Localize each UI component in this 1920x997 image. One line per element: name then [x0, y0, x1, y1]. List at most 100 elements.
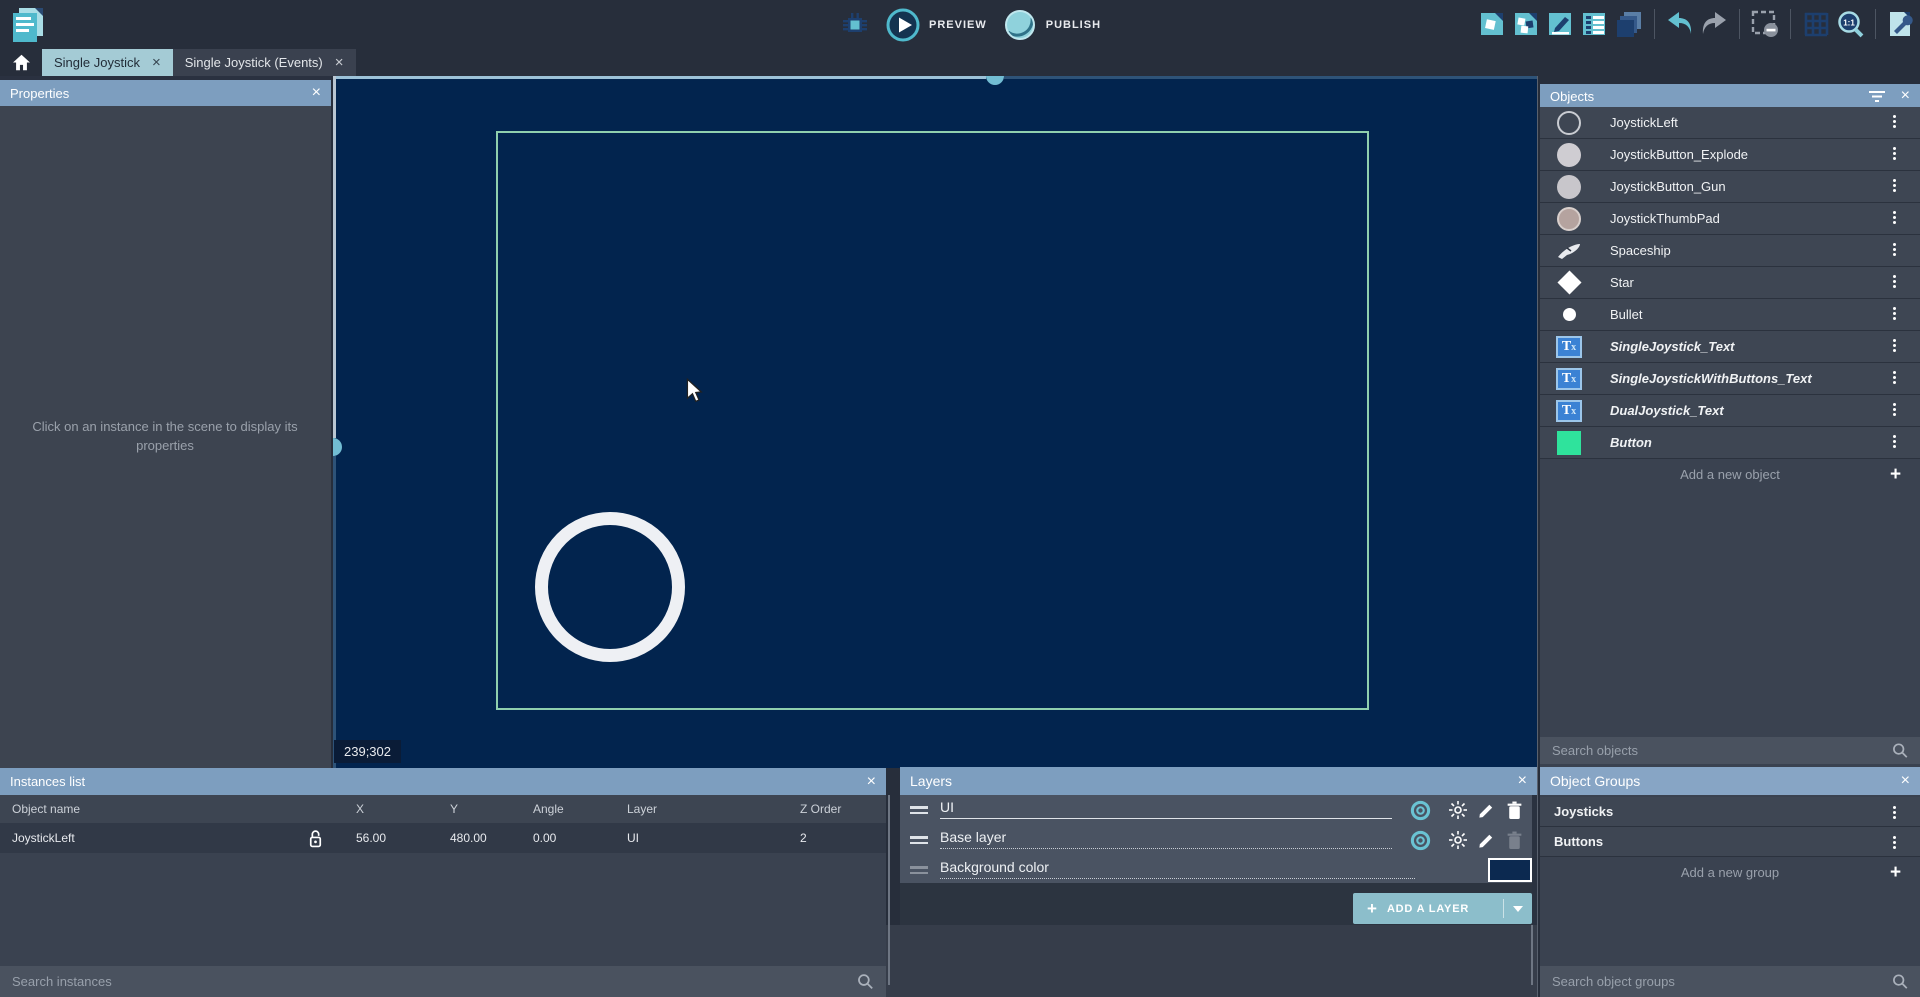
toggle-grid-icon[interactable]	[1801, 9, 1831, 39]
object-row[interactable]: Bullet	[1540, 299, 1920, 331]
delete-selected-instances-icon[interactable]	[1750, 9, 1780, 39]
object-row[interactable]: Tx DualJoystick_Text	[1540, 395, 1920, 427]
object-row[interactable]: Star	[1540, 267, 1920, 299]
add-layer-button[interactable]: + ADD A LAYER	[1353, 893, 1532, 924]
layers-panel-header: Layers ×	[900, 767, 1537, 795]
layer-effects-icon[interactable]	[1446, 829, 1470, 851]
object-row[interactable]: JoystickButton_Explode	[1540, 139, 1920, 171]
open-properties-icon[interactable]	[1546, 9, 1576, 39]
drag-handle-icon[interactable]	[910, 836, 928, 847]
object-menu-icon[interactable]	[1888, 147, 1900, 160]
open-objects-editor-icon[interactable]	[1478, 9, 1508, 39]
add-object-button[interactable]: Add a new object +	[1540, 460, 1920, 490]
open-layers-editor-icon[interactable]	[1614, 9, 1644, 39]
object-groups-panel-title: Object Groups	[1550, 773, 1640, 789]
unlock-icon[interactable]	[308, 829, 323, 848]
object-row[interactable]: Spaceship	[1540, 235, 1920, 267]
object-menu-icon[interactable]	[1888, 211, 1900, 224]
close-icon[interactable]: ×	[867, 773, 876, 791]
object-groups-panel-header: Object Groups ×	[1540, 767, 1920, 795]
search-objects-bar[interactable]	[1540, 737, 1920, 764]
object-thumbnail	[1556, 174, 1582, 200]
panel-scrollbar[interactable]	[888, 795, 890, 985]
home-tab[interactable]	[0, 49, 42, 76]
layer-visibility-icon[interactable]	[1408, 799, 1432, 821]
vertical-scrollbar-track[interactable]	[333, 456, 336, 769]
object-menu-icon[interactable]	[1888, 275, 1900, 288]
gdevelop-logo[interactable]	[10, 6, 46, 44]
horizontal-scrollbar-track[interactable]	[1004, 76, 1537, 79]
object-menu-icon[interactable]	[1888, 307, 1900, 320]
delete-layer-icon-disabled	[1502, 829, 1526, 851]
object-row[interactable]: JoystickLeft	[1540, 107, 1920, 139]
object-group-row[interactable]: Joysticks	[1540, 797, 1920, 827]
scene-tools-icon[interactable]	[1886, 9, 1916, 39]
close-icon[interactable]: ×	[312, 84, 321, 102]
instance-row[interactable]: JoystickLeft 56.00 480.00 0.00 UI 2	[0, 823, 886, 853]
edit-layer-icon[interactable]	[1474, 799, 1498, 821]
object-menu-icon[interactable]	[1888, 435, 1900, 448]
object-group-row[interactable]: Buttons	[1540, 827, 1920, 857]
layer-name-field[interactable]: Base layer	[940, 829, 1392, 849]
debugger-icon[interactable]	[840, 10, 870, 40]
drag-handle-icon[interactable]	[910, 806, 928, 817]
add-group-button[interactable]: Add a new group +	[1540, 859, 1920, 887]
close-tab-icon[interactable]: ×	[152, 55, 161, 70]
filter-icon[interactable]	[1869, 91, 1885, 102]
redo-icon[interactable]	[1699, 9, 1729, 39]
toolbar-separator	[1790, 9, 1791, 39]
joystick-ring-instance[interactable]	[535, 512, 685, 662]
drag-handle-icon	[910, 866, 928, 877]
object-menu-icon[interactable]	[1888, 243, 1900, 256]
background-color-swatch[interactable]	[1488, 858, 1532, 882]
object-row[interactable]: Tx SingleJoystick_Text	[1540, 331, 1920, 363]
vertical-scrollbar-thumb[interactable]	[333, 438, 342, 456]
search-objects-input[interactable]	[1552, 743, 1892, 758]
group-menu-icon[interactable]	[1888, 836, 1900, 849]
layer-row-ui[interactable]: UI	[900, 795, 1532, 825]
vertical-scrollbar-track[interactable]	[333, 76, 336, 438]
layer-effects-icon[interactable]	[1446, 799, 1470, 821]
open-object-groups-editor-icon[interactable]	[1512, 9, 1542, 39]
object-menu-icon[interactable]	[1888, 179, 1900, 192]
object-menu-icon[interactable]	[1888, 115, 1900, 128]
horizontal-scrollbar-track[interactable]	[333, 76, 986, 79]
edit-layer-icon[interactable]	[1474, 829, 1498, 851]
publish-button[interactable]: PUBLISH	[1003, 8, 1101, 42]
layer-visibility-icon[interactable]	[1408, 829, 1432, 851]
object-row[interactable]: Button	[1540, 427, 1920, 459]
tab-single-joystick[interactable]: Single Joystick ×	[42, 49, 173, 76]
layer-row-base[interactable]: Base layer	[900, 825, 1532, 855]
undo-icon[interactable]	[1665, 9, 1695, 39]
scene-canvas[interactable]: 239;302	[333, 76, 1537, 769]
layer-name-field[interactable]: UI	[940, 799, 1392, 819]
objects-panel-title: Objects	[1550, 89, 1594, 104]
background-color-label: Background color	[940, 859, 1415, 879]
horizontal-scrollbar-thumb[interactable]	[986, 76, 1004, 85]
delete-layer-icon[interactable]	[1502, 799, 1526, 821]
object-menu-icon[interactable]	[1888, 339, 1900, 352]
search-object-groups-bar[interactable]	[1540, 966, 1920, 997]
layer-row-background-color[interactable]: Background color	[900, 855, 1532, 883]
search-instances-bar[interactable]	[0, 966, 886, 997]
object-row[interactable]: Tx SingleJoystickWithButtons_Text	[1540, 363, 1920, 395]
scene-tab-bar: Single Joystick × Single Joystick (Event…	[0, 49, 1920, 76]
close-icon[interactable]: ×	[1901, 772, 1910, 790]
close-icon[interactable]: ×	[1518, 772, 1527, 790]
object-menu-icon[interactable]	[1888, 403, 1900, 416]
chevron-down-icon[interactable]	[1513, 906, 1523, 912]
tab-single-joystick-events[interactable]: Single Joystick (Events) ×	[173, 49, 356, 76]
close-icon[interactable]: ×	[1901, 87, 1910, 105]
object-menu-icon[interactable]	[1888, 371, 1900, 384]
group-menu-icon[interactable]	[1888, 806, 1900, 819]
preview-button[interactable]: PREVIEW	[886, 8, 987, 42]
search-object-groups-input[interactable]	[1552, 974, 1892, 989]
close-tab-icon[interactable]: ×	[335, 55, 344, 70]
play-icon	[886, 8, 920, 42]
object-row[interactable]: JoystickButton_Gun	[1540, 171, 1920, 203]
open-instances-list-icon[interactable]	[1580, 9, 1610, 39]
search-instances-input[interactable]	[12, 974, 857, 989]
text-object-icon: Tx	[1556, 398, 1582, 424]
zoom-original-icon[interactable]: 1:1	[1835, 9, 1865, 39]
object-row[interactable]: JoystickThumbPad	[1540, 203, 1920, 235]
